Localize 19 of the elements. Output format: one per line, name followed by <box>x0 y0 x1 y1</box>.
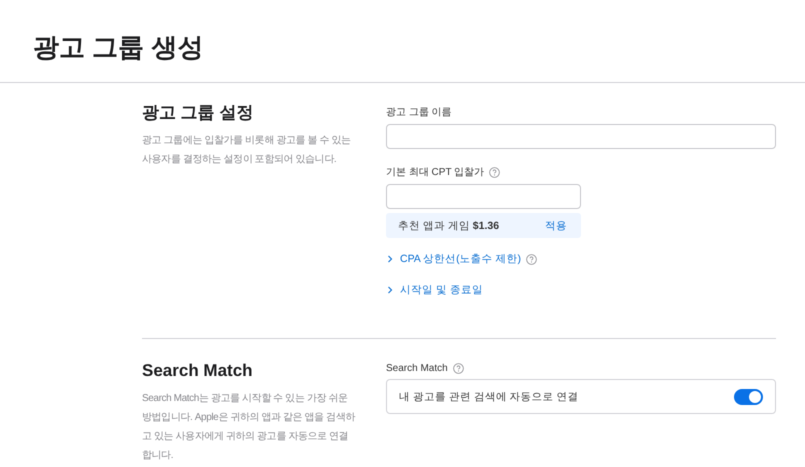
field-label: 기본 최대 CPT 입찰가 <box>386 166 484 179</box>
section-description: Search Match는 광고를 시작할 수 있는 가장 쉬운 방법입니다. Apple은 귀하의 앱과 같은 앱을 검색하고 있는 사용자에게 귀하의 광고를 자동으로 연결합니다. <box>142 392 356 463</box>
suggested-bid: 추천 앱과 게임 $1.36 <box>398 218 500 232</box>
apply-link[interactable]: 적용 <box>545 218 567 232</box>
section-heading: 광고 그룹 설정 <box>142 102 254 124</box>
help-icon[interactable] <box>452 363 464 374</box>
disclosure-link[interactable]: 시작일 및 종료일 <box>386 283 483 297</box>
section-description: 광고 그룹에는 입찰가를 비롯해 광고를 볼 수 있는 사용자를 결정하는 설정이 포함되어 있습니다. <box>142 134 352 167</box>
section-heading: Search Match <box>142 360 254 382</box>
field-label: 광고 그룹 이름 <box>386 106 452 119</box>
toggle-label: 내 광고를 관련 검색에 자동으로 연결 <box>399 390 579 404</box>
disclosure-link[interactable]: CPA 상한선(노출수 제한) <box>386 252 522 266</box>
field-label: Search Match <box>386 363 448 374</box>
page-title: 광고 그룹 생성 <box>0 0 805 83</box>
help-icon[interactable] <box>526 254 538 264</box>
help-icon[interactable] <box>489 166 500 178</box>
text-field[interactable] <box>386 184 581 209</box>
toggle-switch[interactable] <box>734 388 763 404</box>
text-field[interactable] <box>386 124 776 149</box>
